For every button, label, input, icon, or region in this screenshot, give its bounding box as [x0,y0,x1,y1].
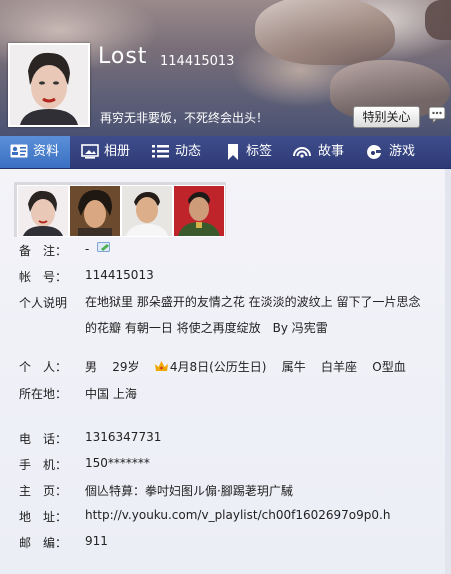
postcode-value: 911 [85,534,108,548]
game-icon [367,144,381,159]
bio-label: 个人说明 [19,296,68,310]
homepage-value[interactable]: 個亾特萛：拳吋妇图ル傓·腳踢荖玥广駴 [85,482,293,499]
chat-bubble-icon[interactable] [428,106,446,125]
personal-label: 个 人： [19,360,68,374]
phone-value: 1316347731 [85,430,162,444]
story-wifi-icon [293,147,311,158]
tab-label: 游戏 [389,144,416,159]
blood-type: O型血 [372,360,406,374]
tab-label: 动态 [175,144,202,159]
profile-card-icon [10,144,28,158]
photo-album-icon [81,144,99,159]
bio-line: 的花瓣 有朝一日 将使之再度绽放 By 冯宪雷 [85,321,328,335]
remark-value: - [85,242,111,256]
tab-profile[interactable]: 资料 [0,136,70,168]
photo-thumbnail[interactable] [121,185,173,237]
tab-games[interactable]: 游戏 [354,136,426,168]
remark-label: 备 注： [19,244,68,258]
bookmark-tag-icon [228,144,238,160]
mobile-value: 150******* [85,456,150,470]
avatar[interactable] [8,43,90,127]
constellation: 白羊座 [321,360,358,374]
special-care-button[interactable]: 特别关心 [353,106,420,128]
zodiac: 属牛 [281,360,306,374]
tab-bar: 资料 相册 动态 标签 故事 游戏 [0,136,451,169]
nickname: Lost [98,44,148,69]
edit-remark-icon[interactable] [97,242,111,254]
photo-thumbnail[interactable] [69,185,121,237]
gender: 男 [85,360,98,374]
photo-strip [14,182,226,237]
remark-text: - [85,242,90,256]
address-value: http://v.youku.com/v_playlist/ch00f16026… [85,508,391,522]
account-value: 114415013 [85,268,154,282]
mobile-label: 手 机： [19,458,68,472]
feed-list-icon [152,145,169,158]
age: 29岁 [112,360,140,374]
signature: 再穷无非要饭，不死终会出头！ [100,111,269,125]
tab-label: 相册 [104,144,131,159]
tab-story[interactable]: 故事 [282,136,354,168]
tab-label: 标签 [246,144,273,159]
location-label: 所在地： [19,387,68,401]
birthday: 4月8日(公历生日) [169,360,267,374]
banner-rock [255,0,395,65]
address-label: 地 址： [19,510,68,524]
banner-rock [425,0,451,40]
crown-icon [154,361,168,371]
personal-info: 男 29岁 4月8日(公历生日) 属牛 白羊座 O型血 [85,358,406,375]
photo-thumbnail[interactable] [17,185,69,237]
tab-album[interactable]: 相册 [70,136,140,168]
scrollbar[interactable] [445,169,451,574]
photo-thumbnail[interactable] [173,185,225,237]
qq-number: 114415013 [160,54,235,69]
location-value: 中国 上海 [85,387,137,401]
bio-line: 在地狱里 那朵盛开的友情之花 在淡淡的波纹上 留下了一片思念 [85,295,421,309]
homepage-label: 主 页： [19,484,68,498]
tab-label: 故事 [318,144,345,159]
account-label: 帐 号： [19,270,68,284]
tab-tags[interactable]: 标签 [212,136,282,168]
bio-text: 在地狱里 那朵盛开的友情之花 在淡淡的波纹上 留下了一片思念 的花瓣 有朝一日 … [85,289,430,341]
phone-label: 电 话： [19,432,68,446]
tab-label: 资料 [33,144,60,159]
postcode-label: 邮 编： [19,536,68,550]
tab-feed[interactable]: 动态 [140,136,212,168]
